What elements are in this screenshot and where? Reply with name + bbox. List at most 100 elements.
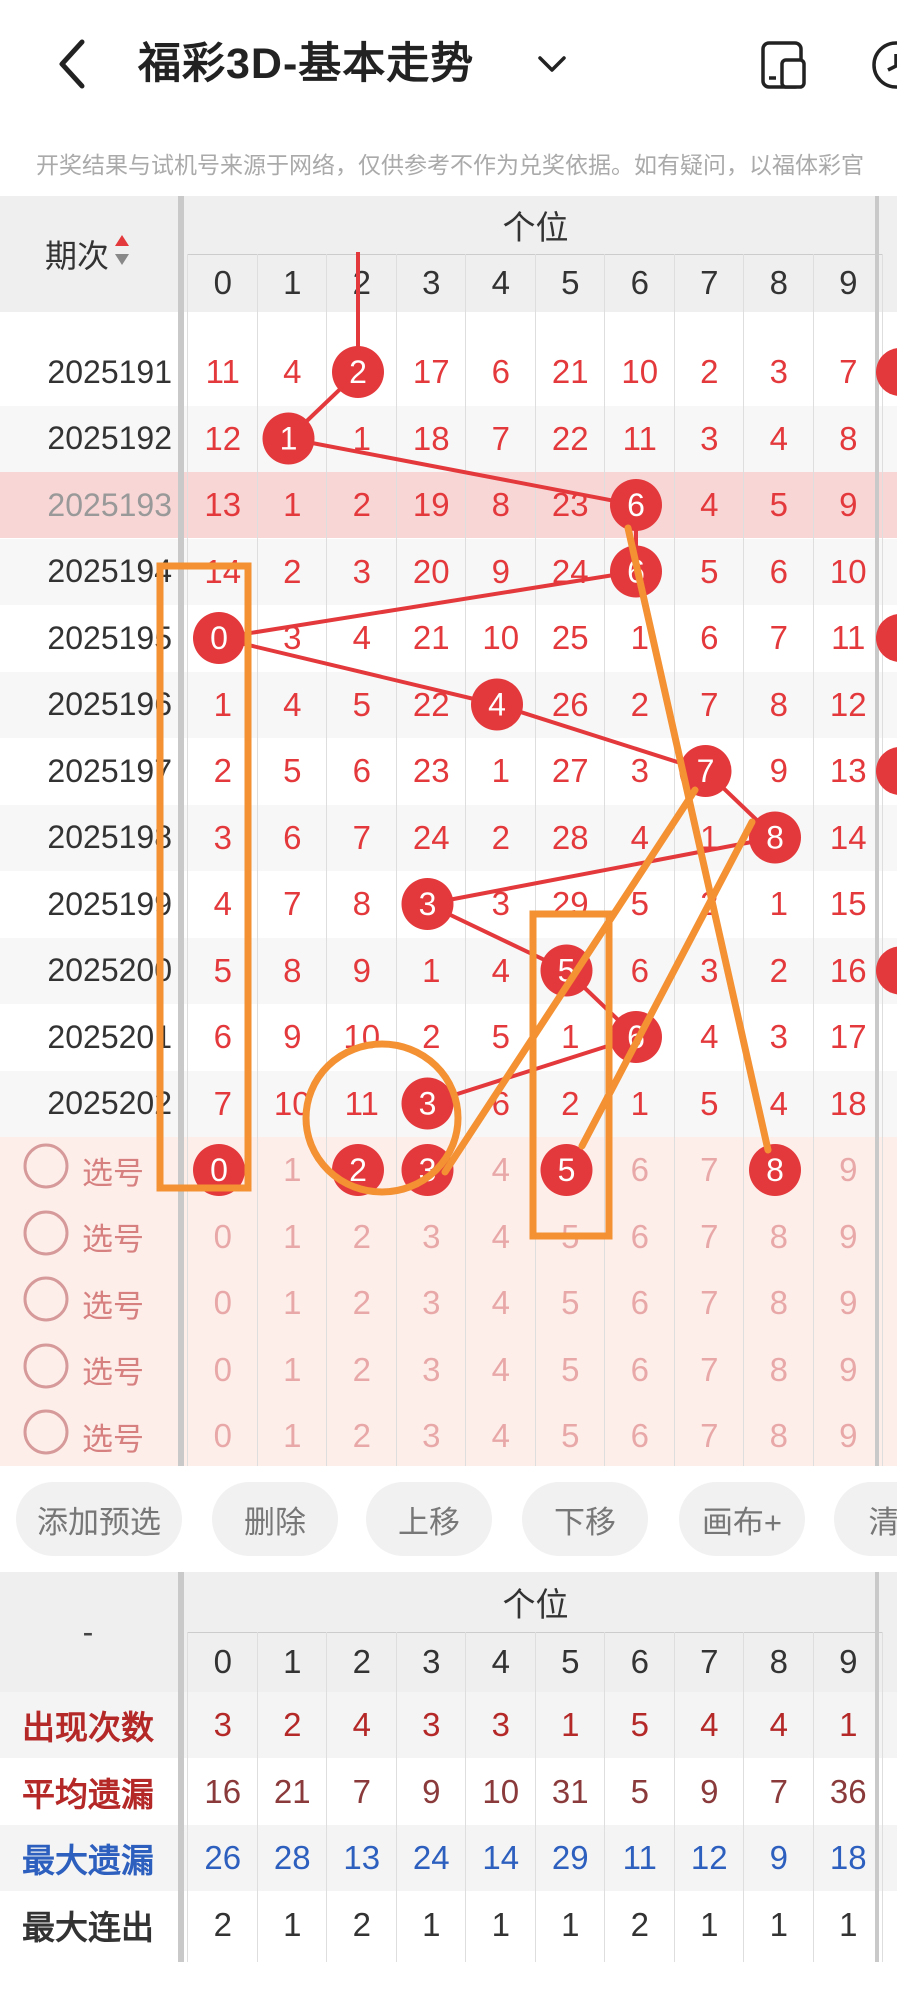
stats-cell: 1 xyxy=(561,1905,580,1943)
trend-connector-line xyxy=(288,436,637,507)
stats-column-header: 0 xyxy=(213,1643,232,1680)
stats-cell: 28 xyxy=(273,1839,311,1876)
clock-icon[interactable] xyxy=(868,40,897,95)
hit-ball-label: 3 xyxy=(419,1086,437,1122)
stats-cell: 4 xyxy=(700,1706,719,1743)
trend-overlay: 21660478356302358 xyxy=(156,252,897,1240)
trend-connector-line xyxy=(218,636,498,707)
stats-cell: 10 xyxy=(482,1772,520,1810)
hit-ball-label: 2 xyxy=(349,354,367,390)
stats-cell: 1 xyxy=(283,1905,302,1943)
stats-right-divider xyxy=(875,1572,879,1962)
stats-column-divider xyxy=(534,1632,536,1962)
stats-column-header: 3 xyxy=(422,1643,441,1680)
hit-ball-label: 4 xyxy=(488,687,506,723)
page-title[interactable]: 福彩3D-基本走势 xyxy=(138,34,474,94)
stats-cell: 14 xyxy=(482,1839,520,1876)
stats-row-label: 平均遗漏 xyxy=(22,1775,154,1813)
stats-cell: 24 xyxy=(412,1839,450,1876)
annotation-stroke xyxy=(441,786,699,1176)
stats-row-label: 最大连出 xyxy=(22,1908,154,1946)
hit-ball-label: 0 xyxy=(210,620,228,656)
toolbar-button[interactable]: 下移 xyxy=(522,1482,648,1556)
stats-column-divider xyxy=(465,1632,466,1962)
hit-ball-label: 1 xyxy=(280,421,298,457)
annotation-rect-col0 xyxy=(156,562,252,1192)
stats-column-header: 8 xyxy=(769,1643,788,1680)
hit-ball-label: 6 xyxy=(627,487,645,523)
stats-cell: 13 xyxy=(343,1839,381,1876)
edge-ball xyxy=(876,747,897,795)
hit-ball-label: 8 xyxy=(766,820,784,856)
stats-cell: 2 xyxy=(283,1706,302,1743)
stats-cell: 3 xyxy=(213,1706,232,1743)
stats-cell: 1 xyxy=(422,1905,441,1943)
stats-row-label: 出现次数 xyxy=(22,1709,154,1746)
stats-column-divider xyxy=(743,1632,744,1962)
stats-column-divider xyxy=(812,1632,814,1962)
trend-chart: 期次 个位 0 1 2 3 4 5 6 7 8 9 2025191 11 4 17 6 21 10 2 3 7 202519… xyxy=(0,196,897,1466)
stats-column-header: 2 xyxy=(352,1643,371,1680)
stats-column-divider xyxy=(673,1632,675,1962)
hit-ball-label: 7 xyxy=(697,753,715,789)
stats-cell: 2 xyxy=(630,1905,649,1943)
stats-cell: 1 xyxy=(839,1905,858,1943)
stats-cell: 1 xyxy=(839,1706,858,1743)
stats-column-header: 9 xyxy=(839,1643,858,1680)
stats-cell: 5 xyxy=(630,1706,649,1743)
stats-cell: 1 xyxy=(700,1905,719,1943)
stats-cell: 12 xyxy=(690,1839,728,1876)
stats-table: - 个位 0 1 2 3 4 5 6 7 8 9 出现次数 3 2 4 3 3 1 5 4 4 1 平均遗漏 16 21 7 9 10 3… xyxy=(0,1572,897,1962)
stats-cell: 11 xyxy=(622,1839,657,1876)
trend-connector-line xyxy=(218,569,637,640)
stats-cell: 1 xyxy=(561,1706,580,1743)
stats-cell: 4 xyxy=(352,1706,371,1743)
stats-corner: - xyxy=(82,1613,94,1650)
stats-cell: 26 xyxy=(204,1839,242,1876)
stats-cell: 5 xyxy=(630,1772,649,1810)
stats-column-divider xyxy=(882,1632,883,1962)
stats-cell: 36 xyxy=(829,1772,867,1810)
stats-cell: 7 xyxy=(352,1772,371,1810)
stats-cell: 1 xyxy=(769,1905,788,1943)
stats-cell: 9 xyxy=(769,1839,788,1876)
selected-pick-ball-label: 0 xyxy=(210,1152,228,1188)
selected-pick-ball-label: 8 xyxy=(766,1152,784,1188)
stats-cell: 16 xyxy=(204,1772,242,1810)
stats-column-divider xyxy=(395,1632,397,1962)
stats-group-header: 个位 xyxy=(502,1586,569,1623)
edge-ball xyxy=(876,614,897,662)
stats-cell: 2 xyxy=(213,1905,232,1943)
stats-cell: 18 xyxy=(829,1839,867,1876)
device-icon[interactable] xyxy=(760,40,808,95)
stats-column-header: 1 xyxy=(283,1643,302,1680)
chevron-down-icon[interactable] xyxy=(536,48,568,80)
stats-cell: 2 xyxy=(352,1905,371,1943)
stats-cell: 7 xyxy=(769,1772,788,1810)
hit-ball-label: 3 xyxy=(419,886,437,922)
toolbar-button[interactable]: 清 xyxy=(834,1482,897,1556)
stats-column-header: 7 xyxy=(700,1643,719,1680)
stats-column-header: 6 xyxy=(630,1643,649,1680)
stats-column-divider xyxy=(604,1632,605,1962)
stats-column-header: 5 xyxy=(561,1643,580,1680)
toolbar-button[interactable]: 添加预选 xyxy=(16,1482,182,1556)
app-header: 福彩3D-基本走势 xyxy=(0,0,897,130)
stats-column-divider xyxy=(326,1632,327,1962)
stats-cell: 3 xyxy=(491,1706,510,1743)
toolbar-button[interactable]: 画布+ xyxy=(679,1482,805,1556)
edge-ball xyxy=(876,348,897,396)
toolbar-button[interactable]: 上移 xyxy=(366,1482,492,1556)
stats-cell: 9 xyxy=(422,1772,441,1810)
selected-pick-ball-label: 5 xyxy=(558,1152,576,1188)
stats-column-header: 4 xyxy=(491,1643,510,1680)
back-arrow-icon[interactable] xyxy=(52,36,92,92)
stats-cell: 3 xyxy=(422,1706,441,1743)
stats-cell: 9 xyxy=(700,1772,719,1810)
stats-column-divider xyxy=(187,1632,188,1962)
stats-cell: 21 xyxy=(273,1772,311,1810)
stats-column-divider xyxy=(256,1632,258,1962)
toolbar-button[interactable]: 删除 xyxy=(212,1482,338,1556)
stats-cell: 31 xyxy=(551,1772,589,1810)
disclaimer-notice: 开奖结果与试机号来源于网络，仅供参考不作为兑奖依据。如有疑问，以福体彩官 xyxy=(36,152,864,178)
